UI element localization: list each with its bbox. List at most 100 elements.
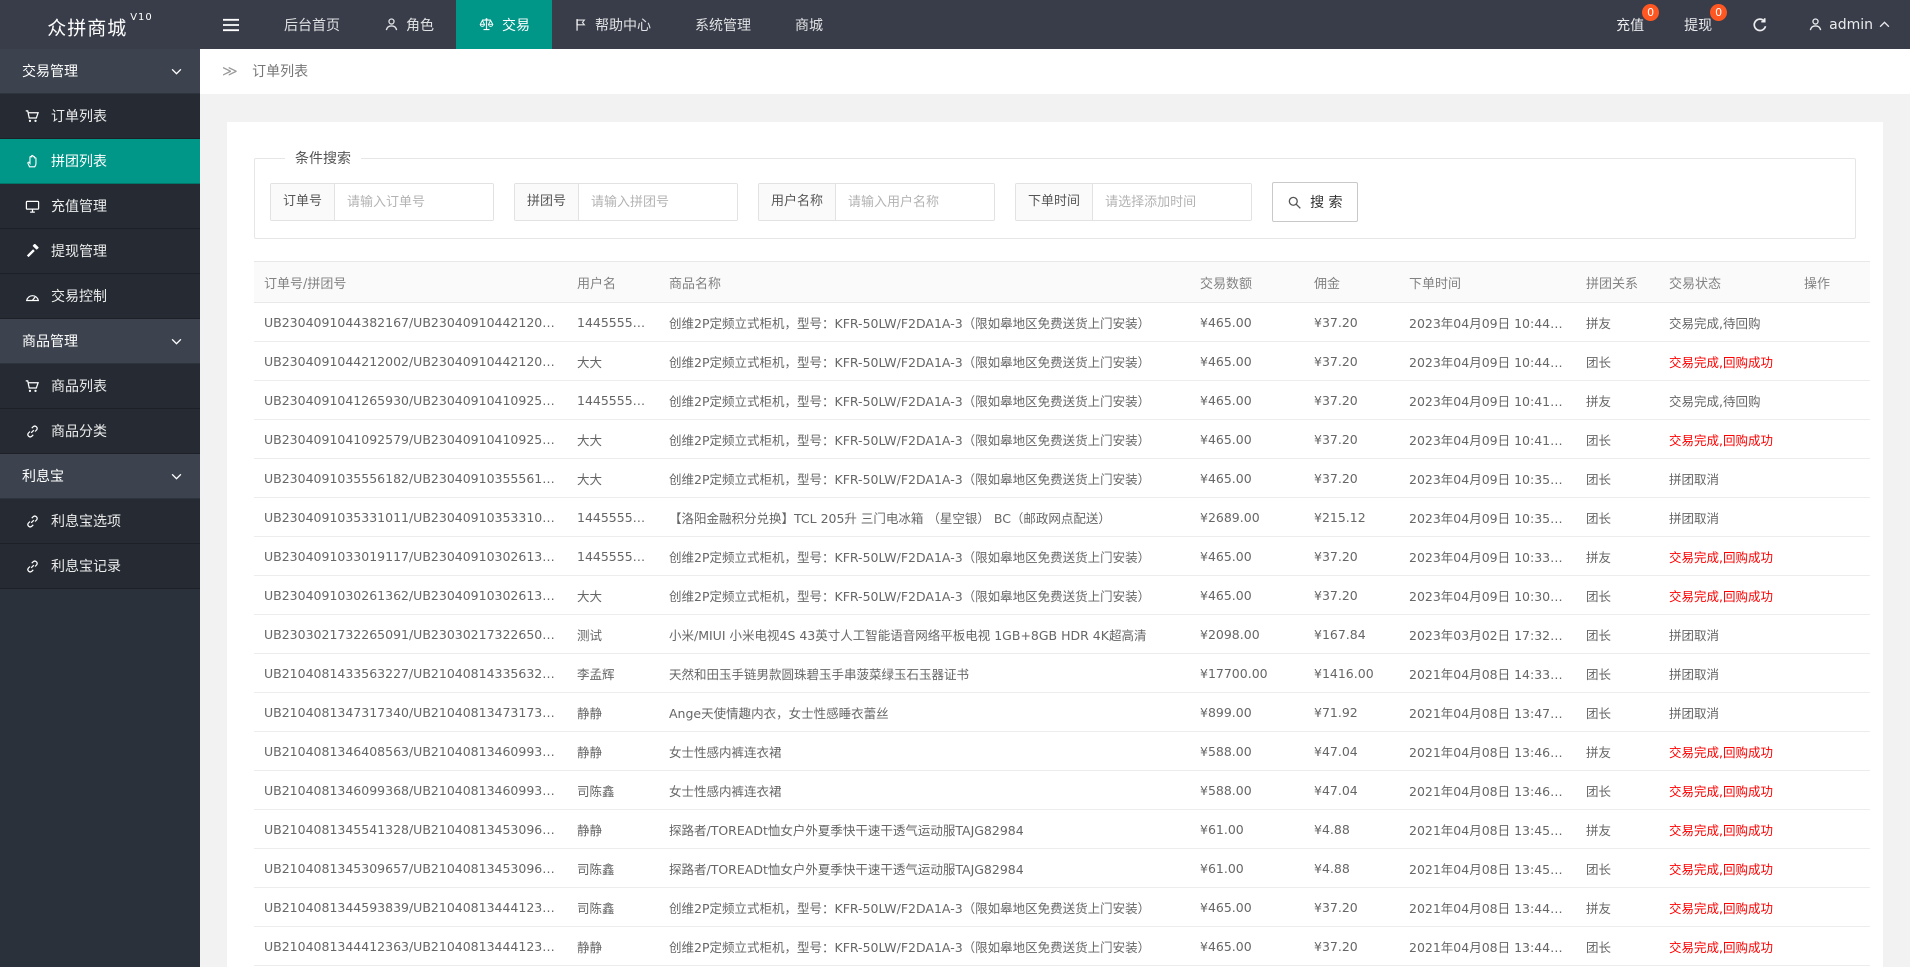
cell-status: 交易完成,回购成功 xyxy=(1659,926,1794,966)
cell-relation: 团长 xyxy=(1576,653,1659,693)
cell-product: 创维2P定频立式柜机，型号：KFR-50LW/F2DA1A-3（限如皋地区免费送… xyxy=(659,419,1190,459)
table-row: UB2104081344412363/UB2104081344412363 静静… xyxy=(254,926,1870,966)
sidebar-section-trade-manage[interactable]: 交易管理 xyxy=(0,49,200,94)
cell-amount: ¥465.00 xyxy=(1190,536,1304,576)
chevron-down-icon xyxy=(171,473,182,480)
cell-commission: ¥71.92 xyxy=(1304,692,1399,732)
search-input-order-no[interactable] xyxy=(335,184,494,220)
cell-order-no: UB2304091041092579/UB2304091041092579 xyxy=(254,419,567,459)
nav-item-dashboard[interactable]: 后台首页 xyxy=(262,0,362,49)
cell-time: 2021年04月08日 13:46:09 xyxy=(1399,770,1576,810)
cell-relation: 团长 xyxy=(1576,926,1659,966)
table-row: UB2304091033019117/UB2304091030261362 14… xyxy=(254,536,1870,576)
refresh-button[interactable] xyxy=(1732,0,1788,49)
cell-username: 14455556666 xyxy=(567,302,659,342)
nav-item-trade[interactable]: 交易 xyxy=(456,0,552,49)
cell-order-no: UB2304091030261362/UB2304091030261362 xyxy=(254,575,567,615)
search-field-user-name: 用户名称 xyxy=(758,183,996,221)
search-button-label: 搜 索 xyxy=(1310,195,1343,211)
link-icon xyxy=(24,424,40,439)
cell-amount: ¥17700.00 xyxy=(1190,653,1304,693)
cell-product: 女士性感内裤连衣裙 xyxy=(659,770,1190,810)
cell-time: 2021年04月08日 13:47:31 xyxy=(1399,692,1576,732)
sidebar-item-group-list[interactable]: 拼团列表 xyxy=(0,139,200,184)
cell-relation: 拼友 xyxy=(1576,380,1659,420)
cell-amount: ¥465.00 xyxy=(1190,419,1304,459)
cell-time: 2023年04月09日 10:35:33 xyxy=(1399,497,1576,537)
cell-order-no: UB2104081344412363/UB2104081344412363 xyxy=(254,926,567,966)
cell-status: 交易完成,待回购 xyxy=(1659,380,1794,420)
cell-username: 司陈鑫 xyxy=(567,770,659,810)
cell-time: 2023年04月09日 10:30:26 xyxy=(1399,575,1576,615)
sidebar-item-trade-control[interactable]: 交易控制 xyxy=(0,274,200,319)
cell-relation: 团长 xyxy=(1576,497,1659,537)
cell-username: 大大 xyxy=(567,419,659,459)
cell-status: 拼团取消 xyxy=(1659,692,1794,732)
cell-action xyxy=(1794,848,1870,888)
cell-username: 静静 xyxy=(567,926,659,966)
cell-status: 交易完成,回购成功 xyxy=(1659,848,1794,888)
orders-table: 订单号/拼团号 用户名 商品名称 交易数额 佣金 下单时间 拼团关系 交易状态 操作 UB230… xyxy=(254,261,1870,967)
table-row: UB2304091044212002/UB2304091044212002 大大… xyxy=(254,341,1870,381)
sidebar-item-interest-options[interactable]: 利息宝选项 xyxy=(0,499,200,544)
gauge-icon xyxy=(24,289,40,304)
search-input-group-no[interactable] xyxy=(579,184,738,220)
cell-time: 2023年04月09日 10:33:01 xyxy=(1399,536,1576,576)
cell-action xyxy=(1794,887,1870,927)
cell-relation: 团长 xyxy=(1576,692,1659,732)
search-input-order-time[interactable] xyxy=(1093,184,1252,220)
sidebar-item-interest-records[interactable]: 利息宝记录 xyxy=(0,544,200,589)
main-menu: 后台首页 角色 交易 帮助中心 系统管理 商城 xyxy=(262,0,845,49)
sidebar: 交易管理 订单列表 拼团列表 充值管理 提现管理 交易控制 商品管理 商品列表 商品分类 … xyxy=(0,49,200,967)
cell-commission: ¥167.84 xyxy=(1304,614,1399,654)
cell-commission: ¥37.20 xyxy=(1304,302,1399,342)
nav-item-help[interactable]: 帮助中心 xyxy=(552,0,673,49)
sidebar-item-recharge-manage[interactable]: 充值管理 xyxy=(0,184,200,229)
search-button[interactable]: 搜 索 xyxy=(1272,182,1358,222)
cell-time: 2023年04月09日 10:41:26 xyxy=(1399,380,1576,420)
app-logo[interactable]: 众拼商城 V10 xyxy=(0,0,200,49)
gavel-icon xyxy=(24,243,40,259)
cell-action xyxy=(1794,302,1870,342)
cell-status: 拼团取消 xyxy=(1659,614,1794,654)
sidebar-item-order-list[interactable]: 订单列表 xyxy=(0,94,200,139)
sidebar-item-withdraw-manage[interactable]: 提现管理 xyxy=(0,229,200,274)
hand-icon xyxy=(24,154,40,169)
monitor-icon xyxy=(24,199,40,214)
sidebar-toggle-button[interactable] xyxy=(200,0,262,49)
cell-commission: ¥37.20 xyxy=(1304,575,1399,615)
recharge-nav-button[interactable]: 充值 0 xyxy=(1596,0,1664,49)
cell-username: 14455556666 xyxy=(567,497,659,537)
cell-commission: ¥215.12 xyxy=(1304,497,1399,537)
link-icon xyxy=(24,559,40,574)
cell-action xyxy=(1794,575,1870,615)
cell-product: 创维2P定频立式柜机，型号：KFR-50LW/F2DA1A-3（限如皋地区免费送… xyxy=(659,302,1190,342)
cell-amount: ¥465.00 xyxy=(1190,302,1304,342)
search-input-user-name[interactable] xyxy=(836,184,995,220)
cell-product: 创维2P定频立式柜机，型号：KFR-50LW/F2DA1A-3（限如皋地区免费送… xyxy=(659,341,1190,381)
withdraw-nav-button[interactable]: 提现 0 xyxy=(1664,0,1732,49)
sidebar-section-interest[interactable]: 利息宝 xyxy=(0,454,200,499)
cell-amount: ¥2689.00 xyxy=(1190,497,1304,537)
nav-item-roles[interactable]: 角色 xyxy=(362,0,456,49)
cell-amount: ¥465.00 xyxy=(1190,341,1304,381)
column-header-2: 商品名称 xyxy=(659,261,1190,303)
sidebar-item-goods-list[interactable]: 商品列表 xyxy=(0,364,200,409)
nav-item-mall[interactable]: 商城 xyxy=(773,0,845,49)
user-menu[interactable]: admin xyxy=(1788,0,1910,49)
cell-order-no: UB2304091044382167/UB2304091044212002 xyxy=(254,302,567,342)
cell-order-no: UB2304091044212002/UB2304091044212002 xyxy=(254,341,567,381)
cell-product: 探路者/TOREADt恤女户外夏季快干速干透气运动服TAJG82984 xyxy=(659,809,1190,849)
search-panel-legend: 条件搜索 xyxy=(295,151,351,167)
cell-commission: ¥47.04 xyxy=(1304,731,1399,771)
cell-time: 2021年04月08日 13:45:54 xyxy=(1399,809,1576,849)
cell-time: 2023年04月09日 10:44:21 xyxy=(1399,341,1576,381)
sidebar-section-goods-manage[interactable]: 商品管理 xyxy=(0,319,200,364)
withdraw-badge: 0 xyxy=(1710,4,1728,21)
cell-status: 交易完成,回购成功 xyxy=(1659,536,1794,576)
sidebar-item-goods-category[interactable]: 商品分类 xyxy=(0,409,200,454)
nav-item-system[interactable]: 系统管理 xyxy=(673,0,773,49)
column-header-5: 下单时间 xyxy=(1399,261,1576,303)
cell-username: 14455556666 xyxy=(567,380,659,420)
cell-order-no: UB2304091033019117/UB2304091030261362 xyxy=(254,536,567,576)
